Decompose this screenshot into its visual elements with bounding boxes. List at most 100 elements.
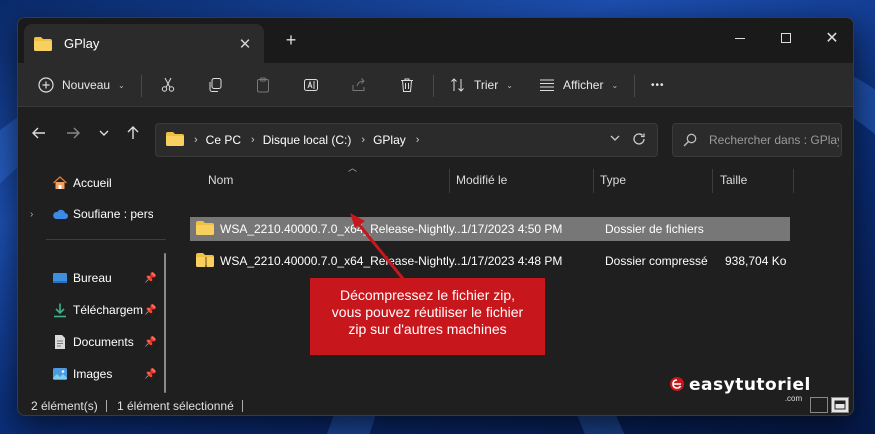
plus-circle-icon xyxy=(38,77,54,93)
sidebar-item-label: Soufiane : perso xyxy=(73,207,153,221)
minimize-icon xyxy=(735,37,745,39)
file-size: 938,704 Ko xyxy=(725,254,787,268)
view-button[interactable]: Afficher ⌄ xyxy=(539,70,618,100)
file-modified: 1/17/2023 4:48 PM xyxy=(461,254,563,268)
sidebar-item-documents[interactable]: Documents 📌 xyxy=(18,328,168,356)
column-header-label: Modifié le xyxy=(456,173,508,187)
column-divider[interactable] xyxy=(593,169,594,193)
brand-name: easytutoriel xyxy=(689,375,811,395)
column-divider[interactable] xyxy=(793,169,794,193)
more-options-button[interactable]: ••• xyxy=(651,70,665,100)
sort-button-label: Trier xyxy=(474,78,499,92)
maximize-icon xyxy=(781,33,791,43)
chevron-down-icon: ⌄ xyxy=(118,80,125,90)
file-name: WSA_2210.40000.7.0_x64_Release-Nightly..… xyxy=(220,254,464,268)
breadcrumb-ce-pc[interactable]: Ce PC xyxy=(206,133,241,147)
rename-button[interactable] xyxy=(303,70,319,100)
share-button[interactable] xyxy=(351,70,367,100)
copy-button[interactable] xyxy=(207,70,223,100)
arrow-right-icon xyxy=(67,127,80,139)
brand-suffix: .com xyxy=(784,394,803,403)
chevron-right-icon[interactable]: › xyxy=(194,134,198,146)
close-window-button[interactable]: ✕ xyxy=(809,24,853,52)
address-dropdown-icon[interactable] xyxy=(609,132,621,147)
recent-locations-button[interactable] xyxy=(92,121,116,145)
sidebar-item-onedrive[interactable]: › Soufiane : perso xyxy=(18,200,168,228)
column-header-label: Nom xyxy=(208,173,234,187)
refresh-icon[interactable] xyxy=(631,131,647,150)
view-lines-icon xyxy=(540,79,554,91)
more-icon: ••• xyxy=(651,79,665,91)
file-list: Nom ︿ Modifié le Type Taille WSA_2210.40… xyxy=(178,159,848,394)
cut-button[interactable] xyxy=(160,70,176,100)
close-tab-icon[interactable]: ✕ xyxy=(236,35,254,53)
sidebar-item-bureau[interactable]: Bureau 📌 xyxy=(18,264,168,292)
column-divider[interactable] xyxy=(712,169,713,193)
details-view-button[interactable] xyxy=(810,397,828,413)
minimize-button[interactable] xyxy=(717,24,763,52)
sort-button[interactable]: Trier ⌄ xyxy=(450,70,513,100)
document-icon xyxy=(55,335,65,349)
annotation-line: zip sur d'autres machines xyxy=(348,321,507,337)
search-input[interactable] xyxy=(709,133,839,147)
pin-icon: 📌 xyxy=(144,304,157,316)
zip-folder-icon xyxy=(196,253,214,267)
sort-icon xyxy=(451,78,464,92)
breadcrumb-disque-local[interactable]: Disque local (C:) xyxy=(263,133,352,147)
chevron-right-icon[interactable]: › xyxy=(30,209,33,220)
pin-icon: 📌 xyxy=(144,336,157,348)
breadcrumb-gplay[interactable]: GPlay xyxy=(373,133,406,147)
new-button[interactable]: Nouveau ⌄ xyxy=(38,70,125,100)
delete-button[interactable] xyxy=(399,70,415,100)
tiles-view-icon xyxy=(834,400,846,410)
file-modified: 1/17/2023 4:50 PM xyxy=(461,222,563,236)
rename-icon xyxy=(304,79,318,91)
sidebar-item-telechargements[interactable]: Téléchargem 📌 xyxy=(18,296,168,324)
table-row[interactable]: WSA_2210.40000.7.0_x64_Release-Nightly..… xyxy=(190,217,790,241)
annotation-line: Décompressez le fichier zip, xyxy=(339,287,516,303)
tiles-view-button[interactable] xyxy=(831,397,849,413)
table-row[interactable]: WSA_2210.40000.7.0_x64_Release-Nightly..… xyxy=(190,249,790,273)
search-icon xyxy=(683,133,697,147)
address-bar[interactable]: › Ce PC › Disque local (C:) › GPlay › xyxy=(155,123,658,157)
divider xyxy=(433,75,434,97)
file-explorer-window: GPlay ✕ + ✕ Nouveau ⌄ Trier ⌄ Afficher ⌄… xyxy=(17,17,854,416)
chevron-right-icon[interactable]: › xyxy=(416,134,420,146)
search-box[interactable] xyxy=(672,123,842,157)
chevron-down-icon: ⌄ xyxy=(506,80,513,90)
column-header-size[interactable]: Taille xyxy=(720,173,790,193)
item-count: 2 élément(s) xyxy=(31,399,98,413)
new-button-label: Nouveau xyxy=(62,78,111,92)
tab-title: GPlay xyxy=(64,36,100,51)
sidebar-item-accueil[interactable]: Accueil xyxy=(18,169,168,197)
forward-button[interactable] xyxy=(61,121,85,145)
command-bar: Nouveau ⌄ Trier ⌄ Afficher ⌄ ••• xyxy=(18,63,853,107)
maximize-button[interactable] xyxy=(763,24,809,52)
pin-icon: 📌 xyxy=(144,272,157,284)
file-type: Dossier compressé xyxy=(605,254,708,268)
brand-watermark: easytutoriel .com xyxy=(668,375,810,403)
scissors-icon xyxy=(161,77,175,92)
tab-gplay[interactable]: GPlay ✕ xyxy=(24,24,264,63)
back-button[interactable] xyxy=(27,121,51,145)
cloud-icon xyxy=(53,209,68,219)
column-divider[interactable] xyxy=(449,169,450,193)
chevron-down-icon: ⌄ xyxy=(611,80,619,90)
annotation-line: vous pouvez réutiliser le fichier xyxy=(331,304,524,320)
sidebar-scrollbar[interactable] xyxy=(164,253,166,393)
new-tab-button[interactable]: + xyxy=(281,30,301,50)
chevron-down-icon xyxy=(99,130,109,136)
title-bar: GPlay ✕ + ✕ xyxy=(18,18,853,63)
column-header-name[interactable]: Nom ︿ xyxy=(208,163,448,193)
column-header-modified[interactable]: Modifié le xyxy=(456,173,586,193)
paste-button[interactable] xyxy=(255,70,271,100)
chevron-right-icon[interactable]: › xyxy=(251,134,255,146)
chevron-right-icon[interactable]: › xyxy=(361,134,365,146)
sidebar-item-label: Téléchargem xyxy=(73,303,144,317)
folder-icon xyxy=(166,131,184,149)
up-button[interactable] xyxy=(121,121,145,145)
sidebar-item-images[interactable]: Images 📌 xyxy=(18,360,168,388)
column-header-type[interactable]: Type xyxy=(600,173,710,193)
divider xyxy=(141,75,142,97)
status-divider xyxy=(106,400,107,412)
